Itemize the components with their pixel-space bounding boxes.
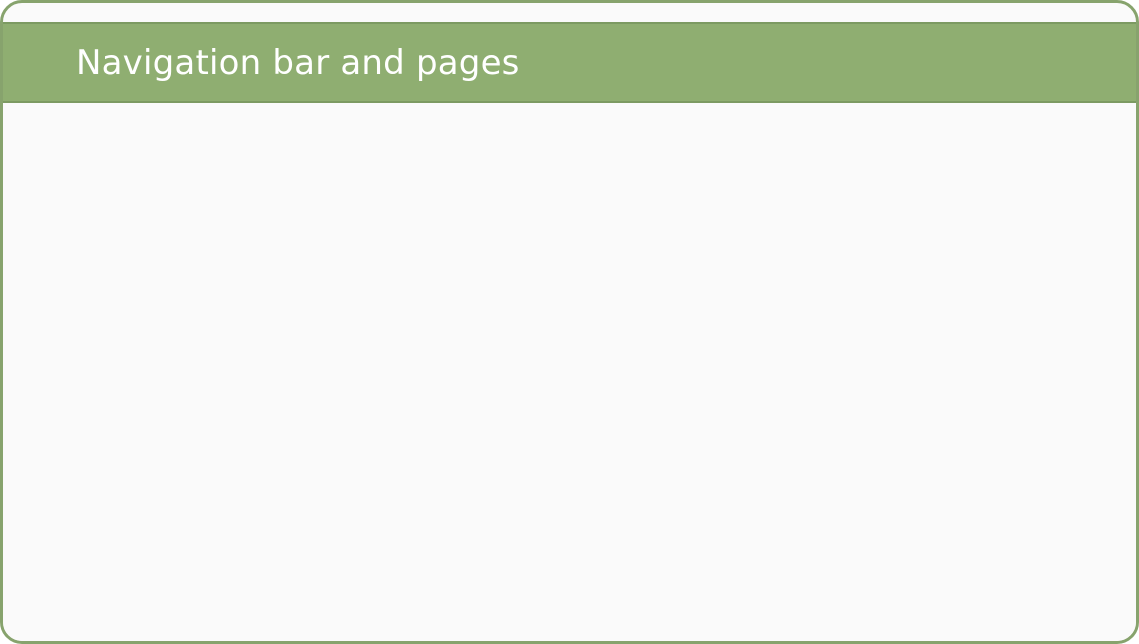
page-content-area: [3, 103, 1136, 641]
navigation-bar: Navigation bar and pages: [3, 22, 1136, 103]
app-window: Navigation bar and pages: [0, 0, 1139, 644]
navigation-bar-title: Navigation bar and pages: [76, 42, 520, 83]
